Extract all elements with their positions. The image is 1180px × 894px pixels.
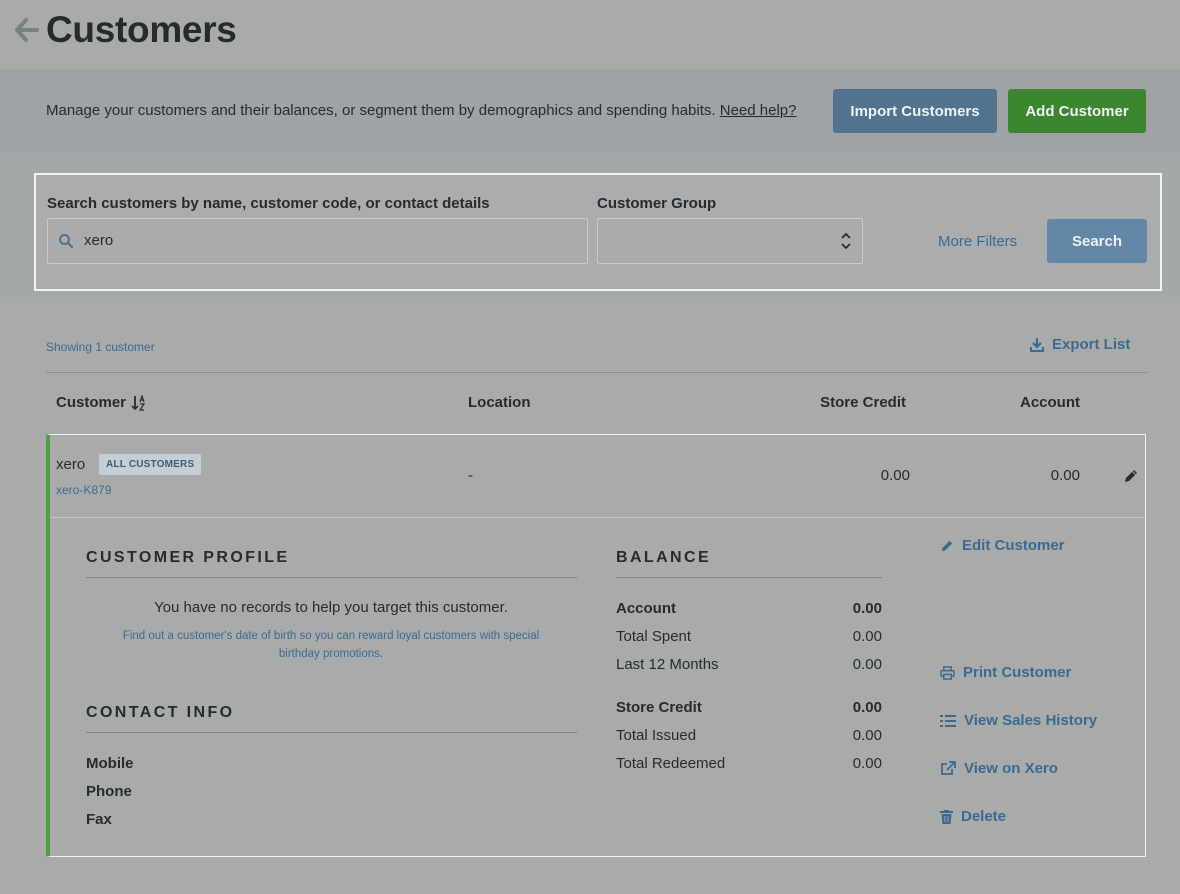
intro-band: Manage your customers and their balances…	[0, 69, 1180, 153]
print-customer-button[interactable]: Print Customer	[940, 664, 1071, 681]
back-arrow-icon[interactable]	[14, 16, 40, 44]
last-12-months-value: 0.00	[852, 656, 882, 673]
divider	[86, 732, 577, 733]
total-redeemed-label: Total Redeemed	[616, 755, 726, 772]
edit-customer-label: Edit Customer	[962, 537, 1065, 554]
divider	[616, 577, 882, 578]
column-store-credit: Store Credit	[820, 394, 906, 411]
balance-account-value: 0.00	[852, 600, 882, 617]
column-account: Account	[1020, 394, 1080, 411]
spinner-arrows-icon	[841, 232, 851, 250]
group-badge: ALL CUSTOMERS	[99, 454, 202, 475]
total-issued-label: Total Issued	[616, 727, 697, 744]
search-button[interactable]: Search	[1047, 219, 1147, 263]
view-sales-history-button[interactable]: View Sales History	[940, 712, 1097, 729]
export-list-label: Export List	[1052, 336, 1131, 353]
add-customer-button[interactable]: Add Customer	[1008, 89, 1146, 133]
account-value: 0.00	[1050, 467, 1080, 484]
customer-profile-title: CUSTOMER PROFILE	[86, 549, 290, 566]
contact-label-phone: Phone	[86, 783, 132, 800]
search-input[interactable]: xero	[47, 218, 588, 264]
divider	[86, 577, 577, 578]
store-credit-value: 0.00	[880, 467, 910, 484]
printer-icon	[940, 665, 955, 680]
search-value: xero	[84, 232, 114, 249]
total-issued-value: 0.00	[852, 727, 882, 744]
filter-band: Search customers by name, customer code,…	[0, 153, 1180, 303]
contact-info-title: CONTACT INFO	[86, 704, 235, 721]
no-records-text: You have no records to help you target t…	[154, 599, 508, 616]
contact-label-mobile: Mobile	[86, 755, 134, 772]
last-12-months-label: Last 12 Months	[616, 656, 719, 673]
more-filters-link[interactable]: More Filters	[938, 233, 1017, 250]
profile-tip: Find out a customer's date of birth so y…	[122, 630, 540, 660]
edit-customer-button[interactable]: Edit Customer	[940, 537, 1065, 554]
filter-panel: Search customers by name, customer code,…	[34, 173, 1162, 291]
search-label: Search customers by name, customer code,…	[47, 195, 490, 212]
result-count: Showing 1 customer	[46, 340, 155, 354]
table-row[interactable]: xero ALL CUSTOMERS xero-K879 - 0.00 0.00	[50, 435, 1145, 518]
customer-group-label: Customer Group	[597, 195, 717, 212]
trash-icon	[940, 809, 953, 824]
balance-title: BALANCE	[616, 549, 712, 566]
list-icon	[940, 714, 956, 727]
view-on-xero-label: View on Xero	[964, 760, 1058, 777]
column-customer[interactable]: Customer	[56, 394, 147, 411]
download-icon	[1030, 338, 1044, 352]
page-header: Customers	[0, 0, 1180, 69]
customer-name: xero	[56, 456, 86, 473]
need-help-link[interactable]: Need help?	[720, 102, 797, 119]
balance-store-credit-value: 0.00	[852, 699, 882, 716]
export-list-button[interactable]: Export List	[1030, 336, 1130, 353]
import-customers-button[interactable]: Import Customers	[833, 89, 997, 133]
contact-label-fax: Fax	[86, 811, 112, 828]
column-customer-label: Customer	[56, 394, 127, 411]
total-spent-value: 0.00	[852, 628, 882, 645]
total-redeemed-value: 0.00	[852, 755, 882, 772]
delete-customer-label: Delete	[961, 808, 1007, 825]
customer-code: xero-K879	[56, 483, 112, 497]
customer-card: xero ALL CUSTOMERS xero-K879 - 0.00 0.00…	[46, 434, 1146, 857]
divider	[46, 372, 1147, 373]
print-customer-label: Print Customer	[963, 664, 1072, 681]
location-value: -	[468, 467, 473, 484]
page-title: Customers	[46, 9, 237, 50]
search-icon	[59, 234, 74, 249]
view-on-xero-button[interactable]: View on Xero	[940, 760, 1058, 777]
balance-store-credit-label: Store Credit	[616, 699, 702, 716]
delete-customer-button[interactable]: Delete	[940, 808, 1006, 825]
intro-text: Manage your customers and their balances…	[46, 101, 796, 121]
pencil-icon[interactable]	[1123, 468, 1139, 484]
intro-description: Manage your customers and their balances…	[46, 102, 716, 119]
sort-alpha-icon	[131, 394, 146, 411]
total-spent-label: Total Spent	[616, 628, 692, 645]
pencil-icon	[941, 540, 953, 551]
balance-account-label: Account	[616, 600, 676, 617]
view-sales-history-label: View Sales History	[964, 712, 1098, 729]
column-location: Location	[468, 394, 531, 411]
external-link-icon	[941, 761, 956, 775]
customer-group-select[interactable]	[597, 218, 863, 264]
